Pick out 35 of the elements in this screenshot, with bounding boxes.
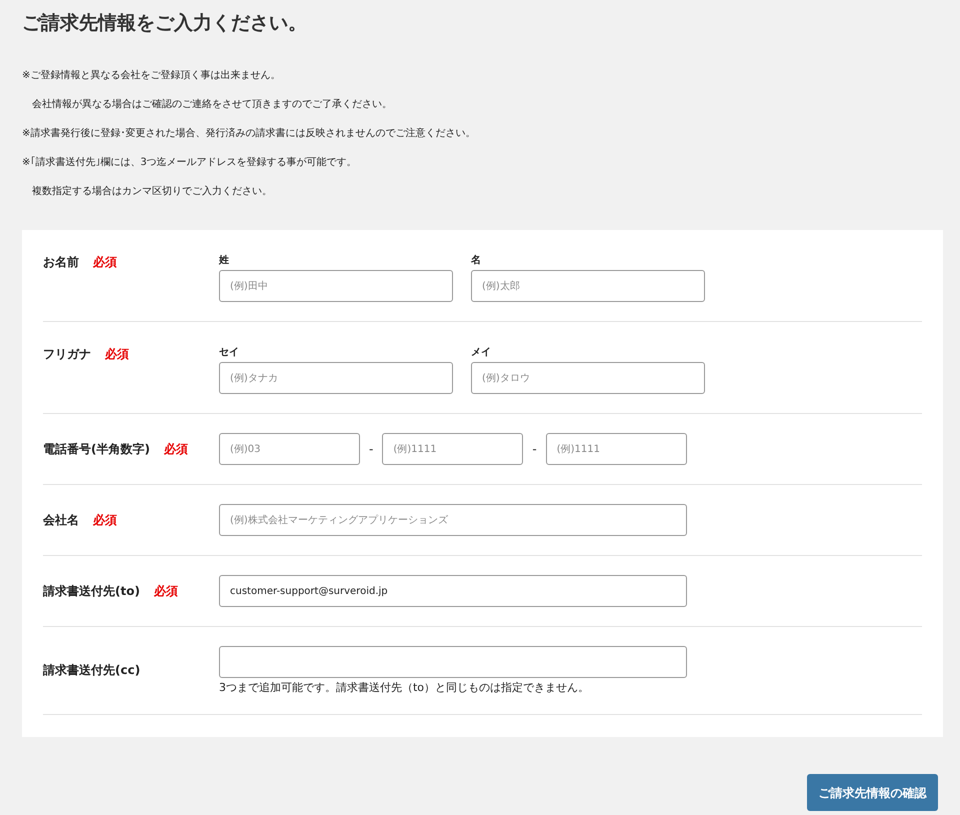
dash-separator: - <box>369 441 374 458</box>
sub-label: メイ <box>471 346 491 360</box>
required-tag: 必須 <box>93 512 117 528</box>
notice-text: ※｢請求書送付先｣欄には、3つ迄メールアドレスを登録する事が可能です。 <box>22 156 358 170</box>
sub-label: セイ <box>219 346 239 360</box>
notice-text: 複数指定する場合はカンマ区切りでご入力ください。 <box>31 184 273 199</box>
dash-separator: - <box>532 441 537 458</box>
field-label: 電話番号(半角数字) <box>43 441 150 457</box>
notice-text: ※請求書発行後に登録･変更された場合、発行済みの請求書には反映されませんのでご注意ください。 <box>22 126 476 141</box>
input-field[interactable]: (例)タロウ <box>471 362 705 394</box>
input-field[interactable]: (例)03 <box>219 433 360 465</box>
input-field[interactable]: (例)田中 <box>219 270 453 302</box>
sub-label: 名 <box>471 254 481 268</box>
input-field[interactable]: (例)太郎 <box>471 270 705 302</box>
field-label: お名前 <box>43 254 79 270</box>
field-label: 請求書送付先(cc) <box>43 662 140 678</box>
sub-label: 姓 <box>219 254 229 268</box>
input-field[interactable]: customer-support@surveroid.jp <box>219 575 687 607</box>
page-title: ご請求先情報をご入力ください。 <box>22 11 308 36</box>
field-label: フリガナ <box>43 346 91 362</box>
required-tag: 必須 <box>93 254 117 270</box>
input-field[interactable]: (例)株式会社マーケティングアプリケーションズ <box>219 504 687 536</box>
input-field[interactable]: (例)1111 <box>546 433 687 465</box>
required-tag: 必須 <box>164 441 188 457</box>
input-field[interactable] <box>219 646 687 678</box>
input-field[interactable]: (例)タナカ <box>219 362 453 394</box>
field-label: 請求書送付先(to) <box>43 583 140 599</box>
confirm-button[interactable]: ご請求先情報の確認 <box>807 774 938 811</box>
field-label: 会社名 <box>43 512 79 528</box>
notice-text: 会社情報が異なる場合はご確認のご連絡をさせて頂きますのでご了承ください。 <box>31 98 393 112</box>
notice-text: ※ご登録情報と異なる会社をご登録頂く事は出来ません。 <box>22 68 282 83</box>
input-field[interactable]: (例)1111 <box>382 433 524 465</box>
required-tag: 必須 <box>105 346 129 362</box>
help-text: 3つまで追加可能です。請求書送付先（to）と同じものは指定できません。 <box>219 680 590 696</box>
required-tag: 必須 <box>154 583 178 599</box>
